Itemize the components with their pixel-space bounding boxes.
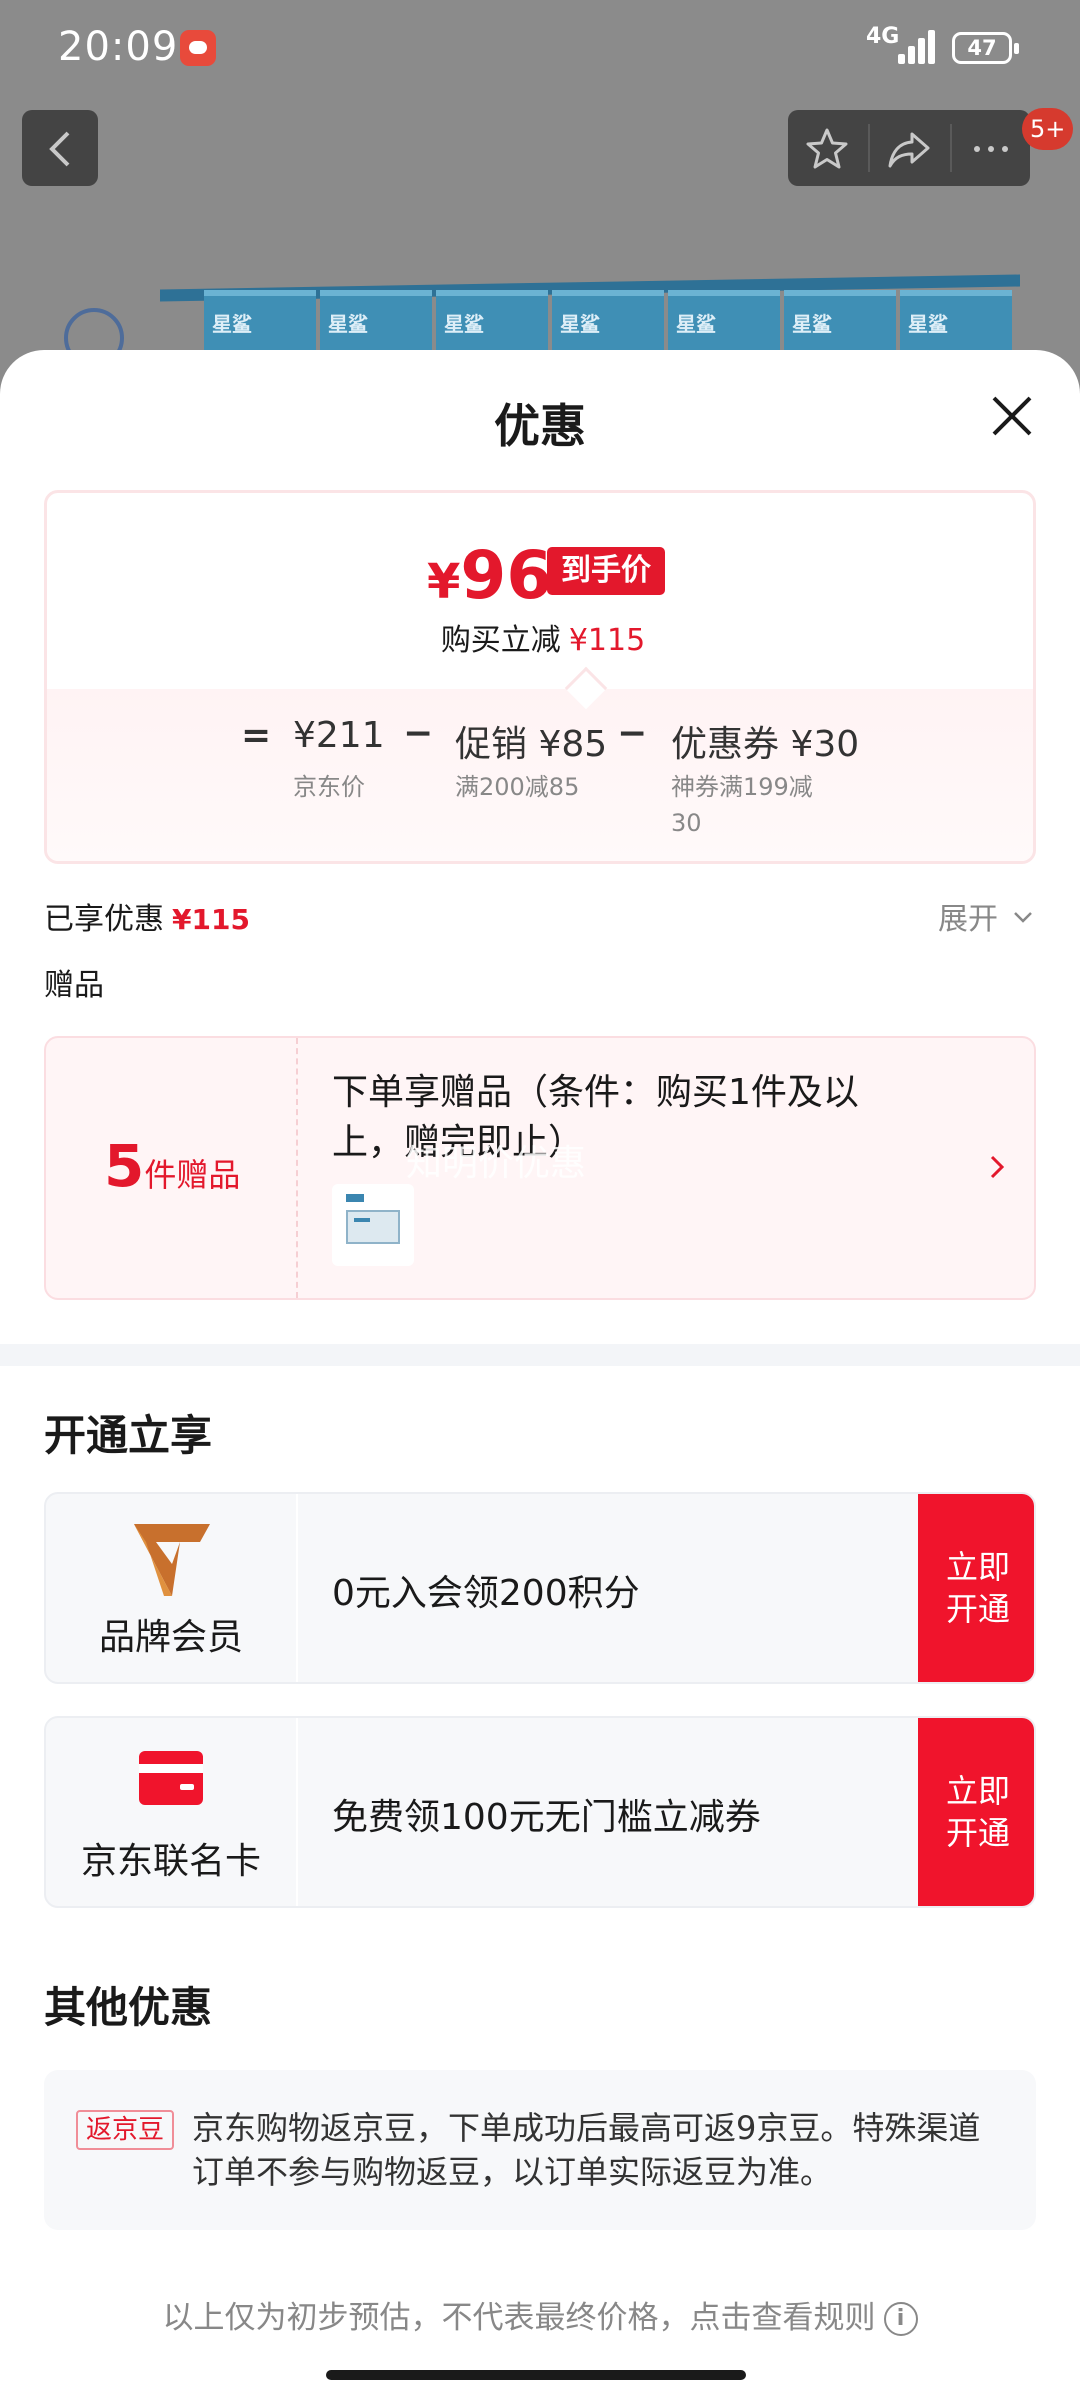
- jd-bean-tag: 返京豆: [76, 2110, 175, 2150]
- saving-amount: ¥115: [568, 623, 646, 658]
- product-label: 星鲨: [792, 312, 832, 336]
- gift-count: 5件赠品: [104, 1132, 241, 1200]
- jd-price-value: ¥211: [293, 715, 385, 756]
- brand-member-v-icon: [134, 1524, 210, 1596]
- battery-icon: 47: [952, 32, 1019, 64]
- final-price-tag: 到手价: [547, 547, 665, 595]
- signal-icon: [898, 30, 935, 64]
- expand-button[interactable]: 展开: [938, 894, 998, 938]
- equals-sign: =: [241, 715, 272, 756]
- enjoyed-amount: ¥115: [172, 903, 250, 936]
- saving-line: 购买立减 ¥115: [47, 615, 1033, 659]
- chevron-left-icon: [49, 131, 70, 167]
- brand-member-card[interactable]: 品牌会员 0元入会领200积分 立即 开通: [44, 1492, 1036, 1684]
- chevron-right-icon[interactable]: [984, 1152, 1010, 1182]
- jd-card-card[interactable]: 京东联名卡 免费领100元无门槛立减券 立即 开通: [44, 1716, 1036, 1908]
- price-breakdown-card: ¥96 到手价 购买立减 ¥115 = ¥211 京东价 − 促销 ¥85 满20…: [44, 490, 1036, 864]
- home-indicator[interactable]: [326, 2370, 746, 2380]
- discount-sheet: 优惠 ¥96 到手价 购买立减 ¥115 = ¥211 京东价 − 促销 ¥85 …: [0, 350, 1080, 2400]
- open-section-title: 开通立享: [44, 1411, 213, 1460]
- sheet-title: 优惠: [494, 399, 586, 453]
- promotion-caption: 满200减85: [455, 773, 580, 801]
- gift-card[interactable]: 5件赠品 下单享赠品（条件：购买1件及以上，赠完即止） 知明价优惠: [44, 1036, 1036, 1300]
- coupon-value: 优惠券 ¥30: [671, 724, 860, 765]
- back-button[interactable]: [22, 110, 98, 186]
- gift-thumbnail: [332, 1184, 414, 1266]
- brand-member-open-button[interactable]: 立即 开通: [918, 1494, 1034, 1682]
- top-action-group: [788, 110, 1030, 186]
- enjoyed-discount: 已享优惠 ¥115: [44, 894, 250, 938]
- close-icon[interactable]: [988, 392, 1036, 440]
- product-label: 星鲨: [676, 312, 716, 336]
- jd-price-caption: 京东价: [293, 773, 365, 801]
- footer-rules-link[interactable]: 以上仅为初步预估，不代表最终价格，点击查看规则 i: [0, 2292, 1080, 2337]
- other-section-title: 其他优惠: [44, 1983, 213, 2032]
- brand-member-description: 0元入会领200积分: [332, 1573, 640, 1614]
- jd-card-label: 京东联名卡: [80, 1841, 261, 1882]
- product-label: 星鲨: [444, 312, 484, 336]
- final-price: ¥96: [427, 537, 553, 614]
- enjoyed-label: 已享优惠: [44, 902, 164, 937]
- product-label: 星鲨: [908, 312, 948, 336]
- promotion-value: 促销 ¥85: [455, 724, 608, 765]
- credit-card-icon: [139, 1751, 203, 1805]
- share-icon[interactable]: [886, 126, 932, 172]
- jd-bean-text: 京东购物返京豆，下单成功后最高可返9京豆。特殊渠道订单不参与购物返豆，以订单实际…: [192, 2109, 981, 2191]
- gift-heading: 赠品: [44, 968, 104, 1003]
- status-time: 20:09: [58, 24, 179, 70]
- chevron-down-icon[interactable]: [1012, 906, 1034, 928]
- app-notification-icon: [180, 30, 216, 66]
- status-bar: 20:09 4G 47: [0, 0, 1080, 96]
- jd-card-open-button[interactable]: 立即 开通: [918, 1718, 1034, 1906]
- minus-sign: −: [617, 713, 648, 754]
- jd-card-description: 免费领100元无门槛立减券: [332, 1797, 761, 1838]
- product-label: 星鲨: [328, 312, 368, 336]
- coupon-caption: 神券满199减: [671, 773, 813, 801]
- notification-badge: 5+: [1022, 108, 1074, 150]
- product-label: 星鲨: [212, 312, 252, 336]
- jd-bean-card: 返京豆 京东购物返京豆，下单成功后最高可返9京豆。特殊渠道订单不参与购物返豆，以…: [44, 2070, 1036, 2230]
- minus-sign: −: [403, 713, 434, 754]
- coupon-caption-cont: 30: [671, 809, 702, 837]
- info-icon[interactable]: i: [883, 2302, 918, 2336]
- footer-note-text: 以上仅为初步预估，不代表最终价格，点击查看规则: [162, 2300, 876, 2336]
- brand-member-label: 品牌会员: [98, 1617, 243, 1658]
- star-icon[interactable]: [804, 126, 850, 172]
- more-icon[interactable]: [968, 126, 1014, 172]
- network-type: 4G: [866, 24, 900, 49]
- saving-label: 购买立减: [440, 623, 561, 658]
- section-divider: [0, 1344, 1080, 1366]
- product-label: 星鲨: [560, 312, 600, 336]
- gift-watermark: 知明价优惠: [406, 1143, 587, 1184]
